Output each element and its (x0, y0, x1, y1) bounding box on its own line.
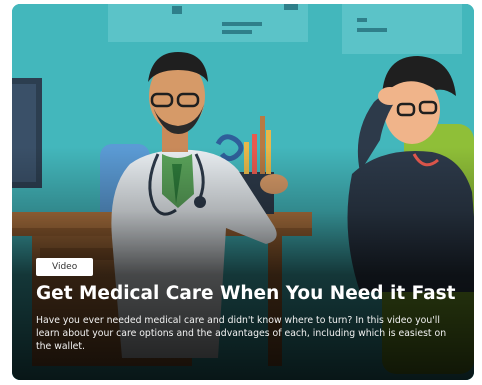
card-title[interactable]: Get Medical Care When You Need it Fast (36, 282, 466, 306)
video-card[interactable]: Video Get Medical Care When You Need it … (12, 4, 474, 380)
content-type-badge: Video (36, 258, 94, 276)
card-description: Have you ever needed medical care and di… (36, 315, 447, 352)
